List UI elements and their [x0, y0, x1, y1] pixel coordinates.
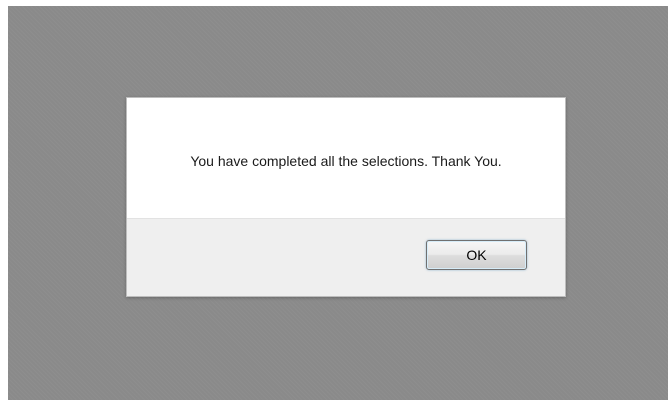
dialog-footer: OK [127, 218, 565, 296]
dialog-body: You have completed all the selections. T… [127, 98, 565, 219]
modal-overlay: You have completed all the selections. T… [8, 6, 668, 400]
alert-dialog: You have completed all the selections. T… [126, 97, 566, 297]
ok-button[interactable]: OK [426, 240, 527, 270]
dialog-message: You have completed all the selections. T… [190, 152, 502, 169]
